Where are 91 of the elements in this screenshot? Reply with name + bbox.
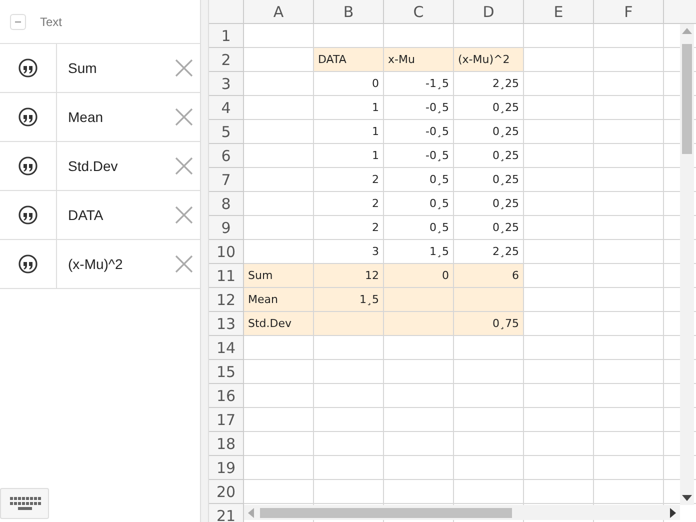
row-header[interactable]: 3: [209, 72, 244, 96]
table-cell: 0¸25: [454, 120, 524, 144]
close-icon: [175, 108, 193, 126]
splitter-bar[interactable]: [201, 0, 209, 522]
table-cell: 0¸25: [454, 216, 524, 240]
table-cell: 0: [384, 264, 454, 288]
table-cell: 2¸25: [454, 240, 524, 264]
table-cell: 1: [314, 96, 384, 120]
table-cell: 1: [314, 120, 384, 144]
scroll-left-icon[interactable]: [248, 508, 254, 518]
column-header[interactable]: D: [454, 0, 524, 24]
table-cell: -0¸5: [384, 120, 454, 144]
table-cell: 0¸75: [454, 312, 524, 336]
row-header[interactable]: 17: [209, 408, 244, 432]
table-cell: DATA: [314, 48, 384, 72]
table-cell: 2¸25: [454, 72, 524, 96]
group-label: Text: [40, 14, 62, 28]
row-header[interactable]: 7: [209, 168, 244, 192]
scroll-up-icon[interactable]: [682, 28, 692, 34]
table-cell: -0¸5: [384, 96, 454, 120]
table-cell: 1¸5: [384, 240, 454, 264]
close-icon: [175, 255, 193, 273]
row-header[interactable]: 5: [209, 120, 244, 144]
table-cell: 0: [314, 72, 384, 96]
row-header[interactable]: 13: [209, 312, 244, 336]
object-label[interactable]: (x-Mu)^2: [57, 256, 170, 272]
row-header[interactable]: 6: [209, 144, 244, 168]
table-cell: 2: [314, 168, 384, 192]
quote-icon: [18, 156, 38, 176]
table-cell: 0¸5: [384, 168, 454, 192]
table-cell: 2: [314, 216, 384, 240]
table-cell: 0¸25: [454, 168, 524, 192]
table-cell: 0¸25: [454, 96, 524, 120]
scroll-thumb[interactable]: [260, 508, 512, 518]
table-cell: 0¸25: [454, 192, 524, 216]
object-label[interactable]: Std.Dev: [57, 158, 170, 174]
column-header[interactable]: C: [384, 0, 454, 24]
table-cell: Mean: [244, 288, 314, 312]
table-cell: 0¸5: [384, 192, 454, 216]
table-cell: 0¸25: [454, 144, 524, 168]
column-header[interactable]: F: [594, 0, 664, 24]
row-header[interactable]: 9: [209, 216, 244, 240]
scroll-thumb[interactable]: [682, 44, 692, 154]
keyboard-icon: [8, 494, 42, 512]
keyboard-button[interactable]: [0, 488, 49, 519]
row-header[interactable]: 21: [209, 504, 244, 522]
vertical-scrollbar[interactable]: [680, 24, 694, 505]
table-cell: 3: [314, 240, 384, 264]
table-cell: 1¸5: [314, 288, 384, 312]
horizontal-scrollbar[interactable]: [244, 505, 680, 520]
quote-icon: [18, 107, 38, 127]
quote-icon: [18, 58, 38, 78]
row-header[interactable]: 18: [209, 432, 244, 456]
row-header[interactable]: 16: [209, 384, 244, 408]
quote-icon: [18, 254, 38, 274]
quote-icon: [18, 205, 38, 225]
table-cell: (x-Mu)^2: [454, 48, 524, 72]
scroll-down-icon[interactable]: [682, 495, 692, 501]
row-header[interactable]: 10: [209, 240, 244, 264]
table-cell: Sum: [244, 264, 314, 288]
table-cell: -1¸5: [384, 72, 454, 96]
column-header[interactable]: E: [524, 0, 594, 24]
table-cell: -0¸5: [384, 144, 454, 168]
table-cell: 2: [314, 192, 384, 216]
column-header[interactable]: B: [314, 0, 384, 24]
row-header[interactable]: 15: [209, 360, 244, 384]
row-header[interactable]: 20: [209, 480, 244, 504]
row-header[interactable]: 12: [209, 288, 244, 312]
scroll-right-icon[interactable]: [670, 508, 676, 518]
row-header[interactable]: 14: [209, 336, 244, 360]
row-header[interactable]: 4: [209, 96, 244, 120]
row-header[interactable]: 1: [209, 24, 244, 48]
table-cell: 6: [454, 264, 524, 288]
table-cell: 1: [314, 144, 384, 168]
table-cell: Std.Dev: [244, 312, 314, 336]
close-icon: [175, 157, 193, 175]
table-cell: x-Mu: [384, 48, 454, 72]
row-header[interactable]: 11: [209, 264, 244, 288]
close-icon: [175, 206, 193, 224]
row-header[interactable]: 8: [209, 192, 244, 216]
row-header[interactable]: 19: [209, 456, 244, 480]
table-cell: 0¸5: [384, 216, 454, 240]
corner-cell[interactable]: [209, 0, 244, 24]
collapse-button[interactable]: [10, 14, 26, 30]
row-header[interactable]: 2: [209, 48, 244, 72]
column-header[interactable]: A: [244, 0, 314, 24]
object-label[interactable]: DATA: [57, 207, 170, 223]
object-label[interactable]: Mean: [57, 109, 170, 125]
table-cell: 12: [314, 264, 384, 288]
object-label[interactable]: Sum: [57, 60, 170, 76]
close-icon: [175, 59, 193, 77]
